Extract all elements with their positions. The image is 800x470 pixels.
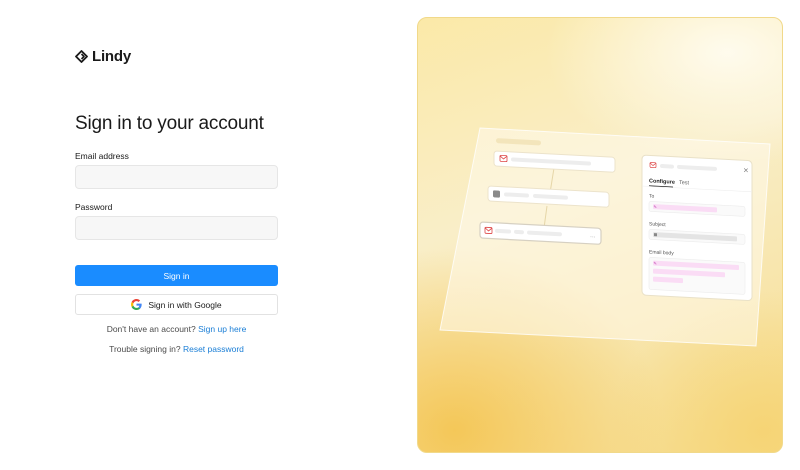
sign-up-link[interactable]: Sign up here xyxy=(198,324,246,334)
tab-test: Test xyxy=(679,180,690,187)
google-icon xyxy=(131,299,143,310)
brand-name: Lindy xyxy=(92,48,131,65)
node-placeholder-bar xyxy=(514,229,524,235)
field-label-to: To xyxy=(649,193,654,199)
google-sign-in-button[interactable]: Sign in with Google xyxy=(75,294,278,315)
lindy-logo: Lindy xyxy=(75,48,131,65)
sign-in-button-label: Sign in xyxy=(163,270,190,281)
config-panel: × Configure Test To ✎ Subject Email body… xyxy=(641,154,753,302)
variable-icon: ✎ xyxy=(654,261,657,266)
variable-icon: ✎ xyxy=(654,204,657,209)
gmail-icon xyxy=(499,154,508,163)
app-icon xyxy=(654,233,657,237)
field-label-subject: Subject xyxy=(649,221,666,228)
password-field[interactable] xyxy=(75,216,278,240)
no-account-text: Don't have an account? xyxy=(106,324,196,334)
page-title: Sign in to your account xyxy=(75,113,264,134)
reset-password-link[interactable]: Reset password xyxy=(183,344,244,354)
sign-in-button[interactable]: Sign in xyxy=(75,265,278,286)
email-field[interactable] xyxy=(75,165,278,189)
gmail-icon xyxy=(484,226,493,234)
lindy-diamond-icon xyxy=(75,50,88,63)
panel-title-bar xyxy=(660,164,674,169)
gmail-icon xyxy=(649,162,657,169)
close-icon: × xyxy=(743,166,749,174)
trouble-text: Trouble signing in? xyxy=(109,344,181,354)
password-label: Password xyxy=(75,202,113,212)
reset-prompt: Trouble signing in? Reset password xyxy=(75,344,278,354)
google-button-label: Sign in with Google xyxy=(148,299,222,310)
email-label: Email address xyxy=(75,151,129,161)
hero-illustration-panel: ··· × Configure Test To ✎ Subject Email … xyxy=(417,17,783,453)
node-placeholder-bar xyxy=(495,228,511,234)
app-icon xyxy=(493,190,500,198)
more-icon: ··· xyxy=(590,234,596,241)
workflow-illustration: ··· × Configure Test To ✎ Subject Email … xyxy=(439,127,771,347)
signup-prompt: Don't have an account? Sign up here xyxy=(75,324,278,334)
